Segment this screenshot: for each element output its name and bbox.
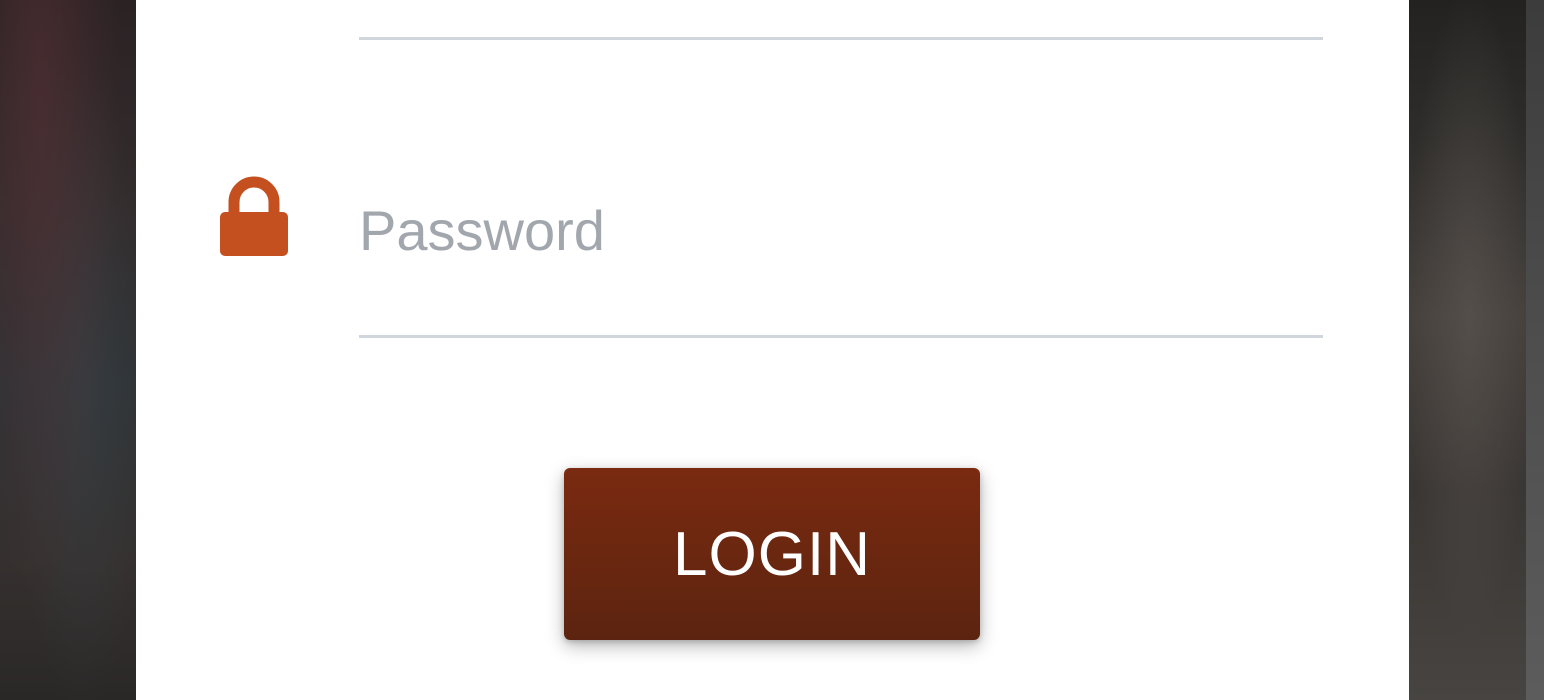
scrollbar[interactable]	[1526, 0, 1544, 700]
background-right	[1409, 0, 1544, 700]
password-input[interactable]	[359, 180, 1323, 280]
login-button[interactable]: LOGIN	[564, 468, 980, 640]
password-field-underline	[359, 335, 1323, 338]
username-field-underline	[359, 37, 1323, 40]
lock-icon	[220, 174, 288, 256]
login-card: LOGIN	[136, 0, 1409, 700]
background-left	[0, 0, 136, 700]
